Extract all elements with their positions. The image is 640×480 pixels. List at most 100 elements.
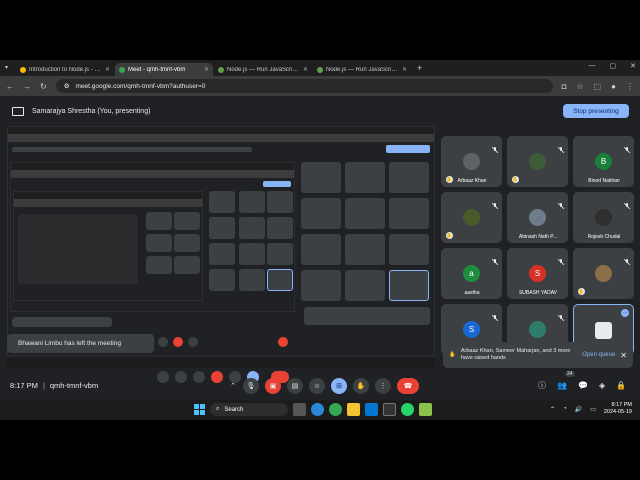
participant-avatar — [595, 209, 612, 226]
tab-close-icon[interactable]: ✕ — [402, 66, 407, 73]
tray-chevron-icon[interactable]: ⌃ — [550, 406, 555, 413]
browser-tab[interactable]: Node.js — Run JavaScript Ever✕ — [214, 63, 312, 76]
participant-avatar — [595, 265, 612, 282]
emoji-reaction-icon[interactable]: ☺ — [309, 378, 325, 394]
volume-icon[interactable]: 🔊 — [575, 406, 582, 413]
open-queue-button[interactable]: Open queue — [582, 352, 615, 358]
reload-icon[interactable]: ↻ — [40, 82, 47, 91]
participant-avatar: S — [463, 321, 480, 338]
meeting-code: qmh-tmnf-vbm — [49, 380, 99, 390]
meeting-controls: ⌃ 🎙 ▣ ▤ ☺ ⊞ ✋ ⋮ ☎ — [229, 378, 419, 394]
meeting-time: 8:17 PM — [10, 380, 38, 390]
tab-label: Introduction to Node.js - Goog — [29, 66, 102, 73]
browser-menu-icon[interactable]: ⋮ — [626, 82, 634, 91]
minimize-icon[interactable]: — — [589, 62, 596, 70]
site-info-icon[interactable]: ⚙ — [64, 82, 70, 90]
extensions-icon[interactable]: ⬚ — [594, 82, 602, 91]
browser-tab[interactable]: Introduction to Node.js - Goog ✕ — [16, 63, 114, 76]
participant-tile[interactable]: ✋ Arbaaz Khan — [441, 136, 502, 187]
people-icon[interactable]: 👥 — [557, 381, 567, 390]
forward-icon[interactable]: → — [23, 82, 31, 91]
address-bar[interactable]: ⚙ meet.google.com/qmh-tmnf-vbm?authuser=… — [55, 79, 553, 93]
participant-left-toast: Bhawani Limbu has left the meeting — [7, 334, 154, 353]
activities-icon[interactable]: ◈ — [599, 381, 605, 390]
browser-tab[interactable]: Node.js — Run JavaScript Ever✕ — [313, 63, 411, 76]
terminal-icon[interactable] — [383, 403, 396, 416]
vscode-icon[interactable] — [365, 403, 378, 416]
browser-tab[interactable]: Meet - qmh-tmnf-vbm ✕ — [115, 63, 213, 76]
camera-off-icon[interactable]: ▣ — [265, 378, 281, 394]
screen: ▾ Introduction to Node.js - Goog ✕ Meet - … — [0, 60, 640, 420]
participant-avatar: S — [529, 265, 546, 282]
letterbox-bottom — [0, 420, 640, 480]
tab-favicon-icon — [218, 66, 224, 73]
tab-close-icon[interactable]: ✕ — [303, 66, 308, 73]
window-controls: — ▢ ✕ — [589, 62, 637, 70]
search-icon: ⌕ — [216, 406, 220, 412]
presenting-bar: Samarajya Shrestha (You, presenting) — [0, 100, 434, 122]
stop-presenting-button[interactable]: Stop presenting — [563, 104, 629, 118]
tile-options-icon[interactable]: ⋯ — [621, 309, 629, 317]
close-toast-icon[interactable]: ✕ — [620, 351, 627, 360]
battery-icon[interactable]: ▭ — [590, 406, 596, 413]
profile-avatar-icon[interactable]: ● — [611, 82, 616, 91]
file-explorer-icon[interactable] — [347, 403, 360, 416]
taskbar-apps: ⌕ Search — [194, 403, 432, 416]
bookmark-star-icon[interactable]: ☆ — [576, 82, 583, 91]
mic-muted-icon — [491, 140, 499, 154]
mic-muted-icon — [623, 140, 631, 154]
chat-icon[interactable]: 💬 — [578, 381, 588, 390]
browser-tab-strip: ▾ Introduction to Node.js - Goog ✕ Meet - … — [0, 60, 640, 76]
participant-tile[interactable]: Rojesh Chudal — [573, 192, 634, 243]
taskbar-search[interactable]: ⌕ Search — [210, 403, 288, 416]
whatsapp-icon[interactable] — [401, 403, 414, 416]
cast-icon[interactable]: ◘ — [562, 82, 567, 91]
task-view-icon[interactable] — [293, 403, 306, 416]
captions-icon[interactable]: ▤ — [287, 378, 303, 394]
new-tab-button[interactable]: + — [412, 63, 427, 73]
leave-call-button[interactable]: ☎ — [397, 378, 419, 394]
participant-name: Abinash Nath P... — [518, 234, 558, 240]
app-icon[interactable] — [419, 403, 432, 416]
close-window-icon[interactable]: ✕ — [630, 62, 636, 70]
maximize-icon[interactable]: ▢ — [610, 62, 617, 70]
participant-name: aastha — [464, 290, 480, 296]
wifi-icon[interactable]: ◔ — [563, 406, 567, 412]
present-now-icon[interactable]: ⊞ — [331, 378, 347, 394]
tab-favicon-icon — [20, 66, 26, 73]
back-icon[interactable]: ← — [6, 82, 14, 91]
participant-tile[interactable]: ✋ — [573, 248, 634, 299]
mic-settings-chevron-icon[interactable]: ⌃ — [229, 378, 237, 394]
taskbar-search-label: Search — [224, 406, 244, 413]
tab-search-icon[interactable]: ▾ — [5, 64, 8, 71]
chrome-icon[interactable] — [329, 403, 342, 416]
participant-tile[interactable]: Abinash Nath P... — [507, 192, 568, 243]
system-clock[interactable]: 8:17 PM 2024-05-19 — [604, 402, 632, 416]
participant-avatar — [529, 153, 546, 170]
raise-hand-icon[interactable]: ✋ — [353, 378, 369, 394]
host-controls-icon[interactable]: 🔒 — [616, 381, 626, 390]
meet-bottom-bar: 8:17 PM | qmh-tmnf-vbm ⌃ 🎙 ▣ ▤ ☺ ⊞ ✋ ⋮ ☎… — [0, 370, 640, 400]
participant-tile[interactable]: ✋ — [441, 192, 502, 243]
participant-avatar — [463, 209, 480, 226]
tab-close-icon[interactable]: ✕ — [204, 66, 209, 73]
participant-tile[interactable]: B Binod Nakhan — [573, 136, 634, 187]
raised-hand-icon: ✋ — [446, 232, 453, 239]
edge-icon[interactable] — [311, 403, 324, 416]
toolbar-actions: ◘ ☆ ⬚ ● ⋮ — [562, 82, 634, 91]
microphone-icon[interactable]: 🎙 — [243, 378, 259, 394]
participant-avatar: a — [463, 265, 480, 282]
participant-tile[interactable]: ✋ — [507, 136, 568, 187]
meeting-info-icon[interactable]: ⓘ — [538, 380, 546, 391]
participant-tile[interactable]: a aastha — [441, 248, 502, 299]
tab-close-icon[interactable]: ✕ — [105, 66, 110, 73]
participant-tile[interactable]: S SUBASH YADAV — [507, 248, 568, 299]
more-options-icon[interactable]: ⋮ — [375, 378, 391, 394]
raised-hand-icon: ✋ — [449, 352, 456, 358]
presenting-text: Samarajya Shrestha (You, presenting) — [32, 107, 151, 115]
tab-favicon-icon — [119, 66, 125, 73]
mic-muted-icon — [557, 140, 565, 154]
mic-muted-icon — [491, 252, 499, 266]
windows-start-icon[interactable] — [194, 404, 205, 415]
tab-favicon-icon — [317, 66, 323, 73]
